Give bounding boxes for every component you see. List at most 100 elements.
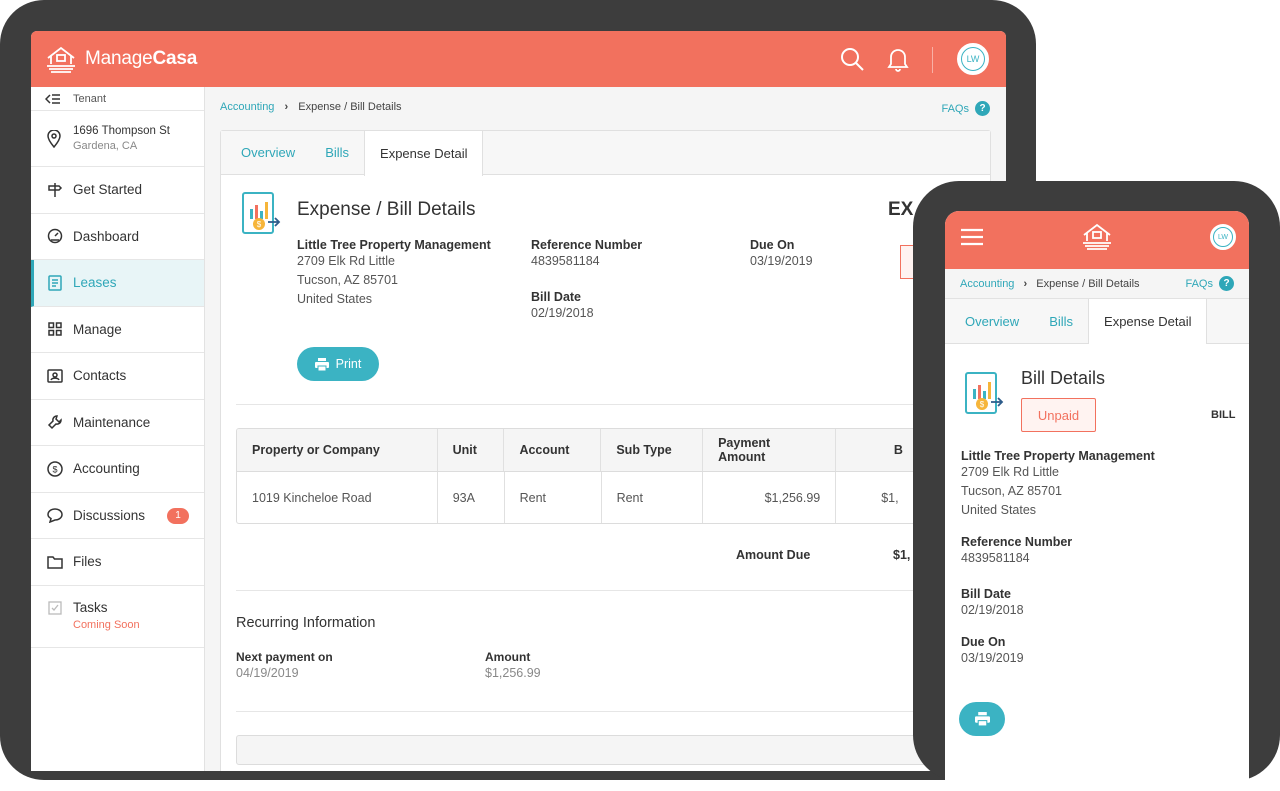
bill-date-label: Bill Date bbox=[531, 290, 582, 304]
sidebar-item-tasks: Tasks Coming Soon bbox=[31, 586, 204, 648]
sidebar-item-maintenance[interactable]: Maintenance bbox=[31, 400, 204, 446]
reference-block: Reference Number 4839581184 Bill Date 02… bbox=[531, 238, 642, 323]
house-logo-icon[interactable] bbox=[1081, 221, 1113, 251]
search-icon[interactable] bbox=[839, 46, 865, 72]
document-type-label: BILL bbox=[1211, 409, 1236, 421]
sidebar-item-label: Leases bbox=[73, 275, 117, 291]
tenant-label: Tenant bbox=[73, 92, 107, 105]
vendor-address-1: 2709 Elk Rd Little bbox=[961, 465, 1059, 479]
sidebar-item-files[interactable]: Files bbox=[31, 539, 204, 586]
tablet-screen: ManageCasa LW Tenant 1696 Thompson St Ga… bbox=[31, 31, 1006, 771]
tab-expense-detail[interactable]: Expense Detail bbox=[364, 131, 484, 176]
divider bbox=[236, 711, 936, 712]
vendor-address-3: United States bbox=[961, 503, 1037, 517]
sidebar-item-label: Manage bbox=[73, 321, 122, 337]
table-cell: 1019 Kincheloe Road bbox=[237, 472, 438, 523]
breadcrumb-separator: › bbox=[284, 101, 289, 113]
tab-bills[interactable]: Bills bbox=[1034, 299, 1088, 343]
recurring-title: Recurring Information bbox=[236, 615, 376, 631]
recurring-amount-value: $1,256.99 bbox=[485, 666, 541, 680]
recurring-amount-block: Amount $1,256.99 bbox=[485, 650, 541, 683]
address-line1: 1696 Thompson St bbox=[73, 125, 170, 137]
coming-soon-label: Coming Soon bbox=[73, 618, 140, 631]
hamburger-menu-icon[interactable] bbox=[960, 228, 984, 246]
tenant-toggle[interactable]: Tenant bbox=[31, 87, 204, 111]
document-type-label: EX bbox=[888, 199, 914, 220]
vendor-address-3: United States bbox=[297, 292, 373, 306]
table-cell: Rent bbox=[602, 472, 704, 523]
due-value: 03/19/2019 bbox=[961, 651, 1024, 665]
reference-value: 4839581184 bbox=[531, 254, 600, 268]
column-header: Account bbox=[504, 429, 602, 471]
due-label: Due On bbox=[961, 635, 1006, 649]
divider bbox=[932, 47, 933, 73]
sidebar-item-label: Contacts bbox=[73, 368, 127, 384]
property-selector[interactable]: 1696 Thompson St Gardena, CA bbox=[31, 111, 204, 167]
divider bbox=[236, 404, 936, 405]
sidebar-item-label: Discussions bbox=[73, 507, 146, 523]
breadcrumb-link[interactable]: Accounting bbox=[220, 101, 274, 113]
wrench-icon bbox=[47, 415, 62, 430]
breadcrumb-current: Expense / Bill Details bbox=[1036, 278, 1140, 290]
status-badge: Unpaid bbox=[1021, 398, 1096, 432]
sidebar-item-label: Accounting bbox=[73, 461, 140, 477]
logo-text: ManageCasa bbox=[85, 48, 198, 69]
column-header: Unit bbox=[438, 429, 505, 471]
mobile-details: Little Tree Property Management 2709 Elk… bbox=[961, 449, 1155, 668]
tab-overview[interactable]: Overview bbox=[221, 131, 310, 174]
sidebar-item-leases[interactable]: Leases bbox=[31, 260, 204, 307]
gauge-icon bbox=[47, 229, 63, 244]
vendor-block: Little Tree Property Management 2709 Elk… bbox=[297, 238, 491, 309]
help-icon: ? bbox=[1219, 276, 1234, 291]
due-block: Due On 03/19/2019 bbox=[750, 238, 813, 271]
svg-text:$: $ bbox=[980, 400, 985, 409]
breadcrumb-current: Expense / Bill Details bbox=[298, 101, 402, 113]
sidebar-item-discussions[interactable]: Discussions 1 bbox=[31, 493, 204, 539]
bell-icon[interactable] bbox=[886, 46, 910, 72]
sidebar-item-get-started[interactable]: Get Started bbox=[31, 167, 204, 214]
tab-bills[interactable]: Bills bbox=[310, 131, 364, 174]
faq-link[interactable]: FAQs ? bbox=[1185, 276, 1234, 291]
bill-document-icon: $ bbox=[965, 372, 1004, 414]
print-button[interactable]: Print bbox=[297, 347, 379, 381]
contact-card-icon bbox=[47, 369, 63, 383]
column-header: Property or Company bbox=[237, 429, 438, 471]
avatar[interactable]: LW bbox=[1210, 224, 1236, 250]
bill-document-icon: $ bbox=[242, 192, 281, 234]
sidebar-item-manage[interactable]: Manage bbox=[31, 307, 204, 353]
secondary-table bbox=[236, 735, 936, 765]
map-pin-icon bbox=[47, 129, 61, 148]
main-content: Accounting › Expense / Bill Details FAQs… bbox=[205, 87, 1006, 771]
sidebar-item-dashboard[interactable]: Dashboard bbox=[31, 214, 204, 260]
phone-frame: LW Accounting › Expense / Bill Details F… bbox=[913, 181, 1280, 791]
svg-text:$: $ bbox=[52, 464, 57, 474]
sidebar-item-contacts[interactable]: Contacts bbox=[31, 353, 204, 400]
vendor-name: Little Tree Property Management bbox=[297, 238, 491, 252]
tab-bar: Overview Bills Expense Detail bbox=[221, 131, 990, 176]
breadcrumb: Accounting › Expense / Bill Details bbox=[220, 101, 402, 113]
avatar[interactable]: LW bbox=[957, 43, 989, 75]
grid-icon bbox=[48, 322, 62, 336]
faq-label: FAQs bbox=[941, 102, 969, 115]
chat-icon bbox=[47, 508, 63, 524]
sidebar-item-accounting[interactable]: $ Accounting bbox=[31, 446, 204, 493]
bill-date-value: 02/19/2018 bbox=[531, 306, 594, 320]
vendor-address-1: 2709 Elk Rd Little bbox=[297, 254, 395, 268]
vendor-name: Little Tree Property Management bbox=[961, 449, 1155, 463]
detail-card: Overview Bills Expense Detail $ Expense … bbox=[220, 130, 991, 771]
table-row[interactable]: 1019 Kincheloe Road 93A Rent Rent $1,256… bbox=[237, 472, 935, 523]
signpost-icon bbox=[48, 182, 63, 197]
logo[interactable]: ManageCasa bbox=[45, 45, 197, 73]
tab-expense-detail[interactable]: Expense Detail bbox=[1088, 299, 1208, 344]
reference-value: 4839581184 bbox=[961, 551, 1030, 565]
svg-text:$: $ bbox=[257, 220, 262, 229]
faq-link[interactable]: FAQs ? bbox=[941, 101, 990, 116]
printer-icon bbox=[314, 357, 329, 371]
breadcrumb-link[interactable]: Accounting bbox=[960, 278, 1014, 290]
column-header: Payment Amount bbox=[703, 429, 836, 471]
print-button[interactable] bbox=[959, 702, 1005, 736]
page-title: Bill Details bbox=[1021, 368, 1106, 388]
tab-overview[interactable]: Overview bbox=[945, 299, 1034, 343]
bill-date-value: 02/19/2018 bbox=[961, 603, 1024, 617]
reference-label: Reference Number bbox=[961, 535, 1073, 549]
